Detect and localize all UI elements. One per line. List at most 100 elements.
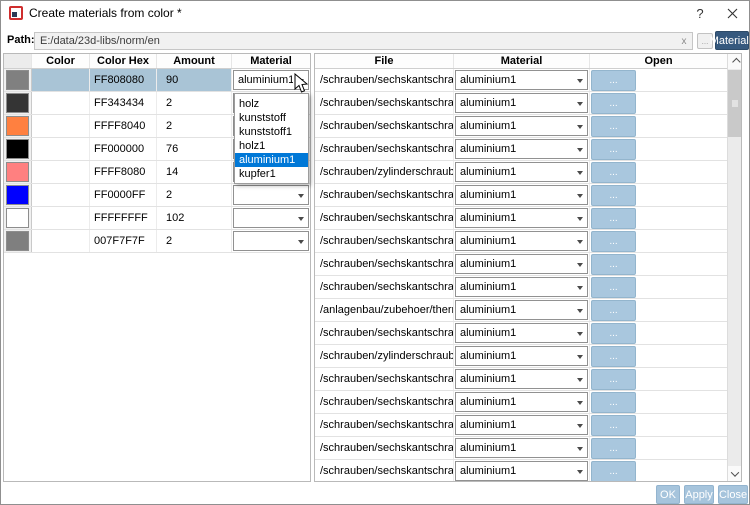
- dropdown-option[interactable]: aluminium1: [235, 153, 308, 167]
- open-browse-button[interactable]: ...: [591, 299, 636, 321]
- material-combobox[interactable]: aluminium1: [455, 254, 588, 274]
- chevron-down-icon[interactable]: [293, 236, 308, 247]
- open-browse-button[interactable]: ...: [591, 322, 636, 344]
- material-combobox[interactable]: [233, 231, 309, 251]
- dropdown-option[interactable]: kunststoff1: [235, 125, 308, 139]
- chevron-down-icon[interactable]: [572, 420, 587, 431]
- table-row[interactable]: /schrauben/sechskantschraub... aluminium1…: [315, 276, 727, 299]
- chevron-down-icon[interactable]: [293, 213, 308, 224]
- table-row[interactable]: 007F7F7F 2: [4, 230, 310, 253]
- table-row[interactable]: FFFFFFFF 102: [4, 207, 310, 230]
- chevron-down-icon[interactable]: [293, 190, 308, 201]
- chevron-down-icon[interactable]: [572, 443, 587, 454]
- open-browse-button[interactable]: ...: [591, 276, 636, 298]
- column-header-color-hex[interactable]: Color Hex: [90, 54, 157, 68]
- table-row[interactable]: /schrauben/sechskantschraub... aluminium1…: [315, 437, 727, 460]
- material-combobox[interactable]: aluminium1: [455, 461, 588, 481]
- table-row[interactable]: /schrauben/sechskantschraub... aluminium1…: [315, 460, 727, 481]
- open-browse-button[interactable]: ...: [591, 345, 636, 367]
- material-combobox[interactable]: aluminium1: [455, 369, 588, 389]
- clear-path-icon[interactable]: x: [676, 36, 692, 47]
- table-row[interactable]: /schrauben/sechskantschraub... aluminium1…: [315, 184, 727, 207]
- chevron-down-icon[interactable]: [572, 282, 587, 293]
- materials-button[interactable]: Materials: [710, 31, 749, 50]
- material-combobox[interactable]: aluminium1: [455, 346, 588, 366]
- ok-button[interactable]: OK: [656, 485, 680, 504]
- scrollbar-thumb[interactable]: [728, 70, 741, 137]
- table-row[interactable]: FF0000FF 2: [4, 184, 310, 207]
- material-combobox[interactable]: [233, 208, 309, 228]
- close-button[interactable]: Close: [718, 485, 748, 504]
- chevron-down-icon[interactable]: [572, 98, 587, 109]
- dropdown-option[interactable]: kunststoff: [235, 111, 308, 125]
- material-combobox[interactable]: aluminium1: [455, 323, 588, 343]
- open-browse-button[interactable]: ...: [591, 69, 636, 91]
- table-row[interactable]: /schrauben/zylinderschrauben... aluminium…: [315, 161, 727, 184]
- material-combobox[interactable]: aluminium1: [455, 70, 588, 90]
- chevron-down-icon[interactable]: [572, 167, 587, 178]
- material-combobox[interactable]: aluminium1: [455, 231, 588, 251]
- open-browse-button[interactable]: ...: [591, 437, 636, 459]
- material-combobox[interactable]: aluminium1: [455, 208, 588, 228]
- material-combobox[interactable]: aluminium1: [455, 185, 588, 205]
- table-row[interactable]: /schrauben/sechskantschraub... aluminium1…: [315, 230, 727, 253]
- apply-button[interactable]: Apply: [684, 485, 714, 504]
- open-browse-button[interactable]: ...: [591, 460, 636, 481]
- open-browse-button[interactable]: ...: [591, 368, 636, 390]
- column-header-material[interactable]: Material: [232, 54, 310, 68]
- help-button[interactable]: ?: [685, 1, 715, 25]
- scroll-down-icon[interactable]: [728, 466, 741, 481]
- column-header-open[interactable]: Open: [590, 54, 727, 68]
- open-browse-button[interactable]: ...: [591, 414, 636, 436]
- column-header-material-right[interactable]: Material: [454, 54, 590, 68]
- table-row[interactable]: /schrauben/sechskantschraub... aluminium1…: [315, 207, 727, 230]
- column-header-color[interactable]: Color: [32, 54, 90, 68]
- dropdown-option[interactable]: holz1: [235, 139, 308, 153]
- close-icon[interactable]: [717, 1, 747, 25]
- table-row[interactable]: /schrauben/sechskantschraub... aluminium1…: [315, 368, 727, 391]
- chevron-down-icon[interactable]: [572, 351, 587, 362]
- open-browse-button[interactable]: ...: [591, 92, 636, 114]
- chevron-down-icon[interactable]: [572, 213, 587, 224]
- scroll-up-icon[interactable]: [728, 54, 741, 69]
- material-combobox[interactable]: aluminium1: [455, 139, 588, 159]
- vertical-scrollbar[interactable]: [727, 54, 741, 481]
- chevron-down-icon[interactable]: [572, 259, 587, 270]
- table-row[interactable]: /schrauben/sechskantschraub... aluminium1…: [315, 115, 727, 138]
- open-browse-button[interactable]: ...: [591, 253, 636, 275]
- material-combobox[interactable]: aluminium1: [455, 93, 588, 113]
- table-row[interactable]: /schrauben/sechskantschraub... aluminium1…: [315, 253, 727, 276]
- chevron-down-icon[interactable]: [572, 305, 587, 316]
- table-row[interactable]: /schrauben/sechskantschraub... aluminium1…: [315, 322, 727, 345]
- open-browse-button[interactable]: ...: [591, 230, 636, 252]
- column-header-file[interactable]: File: [315, 54, 454, 68]
- table-row[interactable]: /schrauben/sechskantschraub... aluminium1…: [315, 138, 727, 161]
- table-row[interactable]: /schrauben/sechskantschraub... aluminium1…: [315, 414, 727, 437]
- material-combobox[interactable]: aluminium1: [455, 300, 588, 320]
- table-row[interactable]: /anlagenbau/zubehoer/therm... aluminium1.…: [315, 299, 727, 322]
- chevron-down-icon[interactable]: [572, 190, 587, 201]
- material-combobox[interactable]: aluminium1: [455, 415, 588, 435]
- table-row[interactable]: /schrauben/sechskantschraub... aluminium1…: [315, 69, 727, 92]
- material-combobox[interactable]: aluminium1: [455, 116, 588, 136]
- material-combobox[interactable]: aluminium1: [455, 277, 588, 297]
- open-browse-button[interactable]: ...: [591, 138, 636, 160]
- table-row[interactable]: /schrauben/zylinderschrauben... aluminium…: [315, 345, 727, 368]
- material-combobox[interactable]: aluminium1: [455, 392, 588, 412]
- material-combobox[interactable]: [233, 185, 309, 205]
- column-header-amount[interactable]: Amount: [157, 54, 232, 68]
- table-row[interactable]: /schrauben/sechskantschraub... aluminium1…: [315, 92, 727, 115]
- chevron-down-icon[interactable]: [572, 397, 587, 408]
- open-browse-button[interactable]: ...: [591, 161, 636, 183]
- open-browse-button[interactable]: ...: [591, 184, 636, 206]
- open-browse-button[interactable]: ...: [591, 207, 636, 229]
- open-browse-button[interactable]: ...: [591, 391, 636, 413]
- chevron-down-icon[interactable]: [572, 374, 587, 385]
- material-combobox[interactable]: aluminium1: [455, 438, 588, 458]
- chevron-down-icon[interactable]: [572, 466, 587, 477]
- chevron-down-icon[interactable]: [572, 75, 587, 86]
- dropdown-option[interactable]: kupfer1: [235, 167, 308, 181]
- table-row[interactable]: /schrauben/sechskantschraub... aluminium1…: [315, 391, 727, 414]
- open-browse-button[interactable]: ...: [591, 115, 636, 137]
- chevron-down-icon[interactable]: [572, 236, 587, 247]
